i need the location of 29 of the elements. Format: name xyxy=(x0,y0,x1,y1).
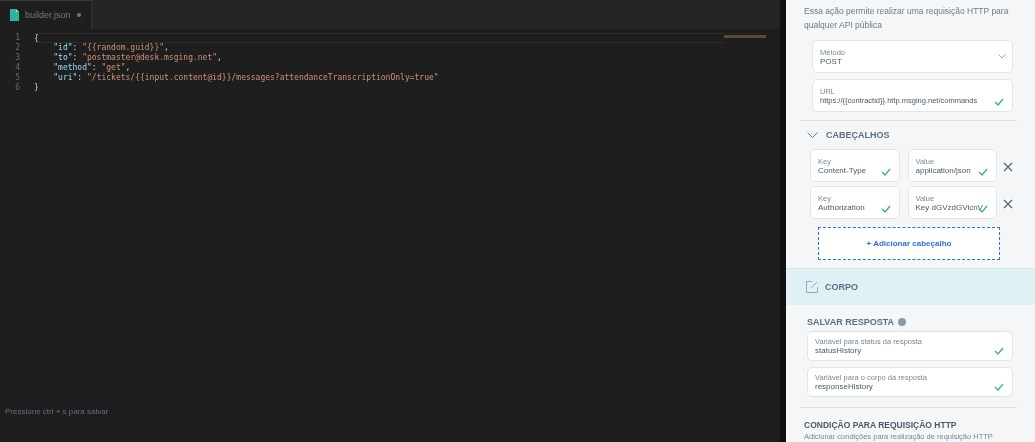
line-number: 3 xyxy=(14,53,20,63)
code-line: "method": "get", xyxy=(52,63,132,73)
file-icon xyxy=(10,9,19,21)
close-icon[interactable] xyxy=(1003,161,1013,172)
code-line: "to": "postmaster@desk.msging.net", xyxy=(52,53,223,63)
code-line: "id": "{{random.guid}}", xyxy=(52,43,170,53)
add-header-button[interactable]: + Adicionar cabeçalho xyxy=(818,227,1000,260)
line-number: 6 xyxy=(14,83,20,93)
edit-icon xyxy=(806,281,818,293)
body-section[interactable]: CORPO xyxy=(786,268,1035,305)
code-line: "uri": "/tickets/{{input.content@id}}/messages?attendanceTranscriptionOnly=true" xyxy=(52,73,440,83)
chevron-down-icon xyxy=(998,54,1006,59)
section-title: CABEÇALHOS xyxy=(826,130,890,140)
section-title: SALVAR RESPOSTA xyxy=(807,317,894,327)
info-icon[interactable] xyxy=(898,318,906,326)
section-title: CONDIÇÃO PARA REQUISIÇÃO HTTP xyxy=(804,420,958,430)
description-text: Essa ação permite realizar uma requisição HTTP para qualquer API pública xyxy=(804,5,1010,32)
minimap xyxy=(724,35,766,38)
close-icon[interactable] xyxy=(1003,198,1013,209)
code-line: { xyxy=(34,33,724,43)
section-title: CORPO xyxy=(825,282,858,292)
save-hint: Pressione ctrl + s para salvar xyxy=(4,407,110,418)
chevron-down-icon[interactable] xyxy=(807,131,818,139)
code-line: } xyxy=(34,83,40,93)
file-tab[interactable]: builder.json xyxy=(0,0,92,29)
line-number: 4 xyxy=(14,63,20,73)
line-number: 2 xyxy=(14,43,20,53)
line-number: 5 xyxy=(14,73,20,83)
line-number: 1 xyxy=(14,33,20,43)
